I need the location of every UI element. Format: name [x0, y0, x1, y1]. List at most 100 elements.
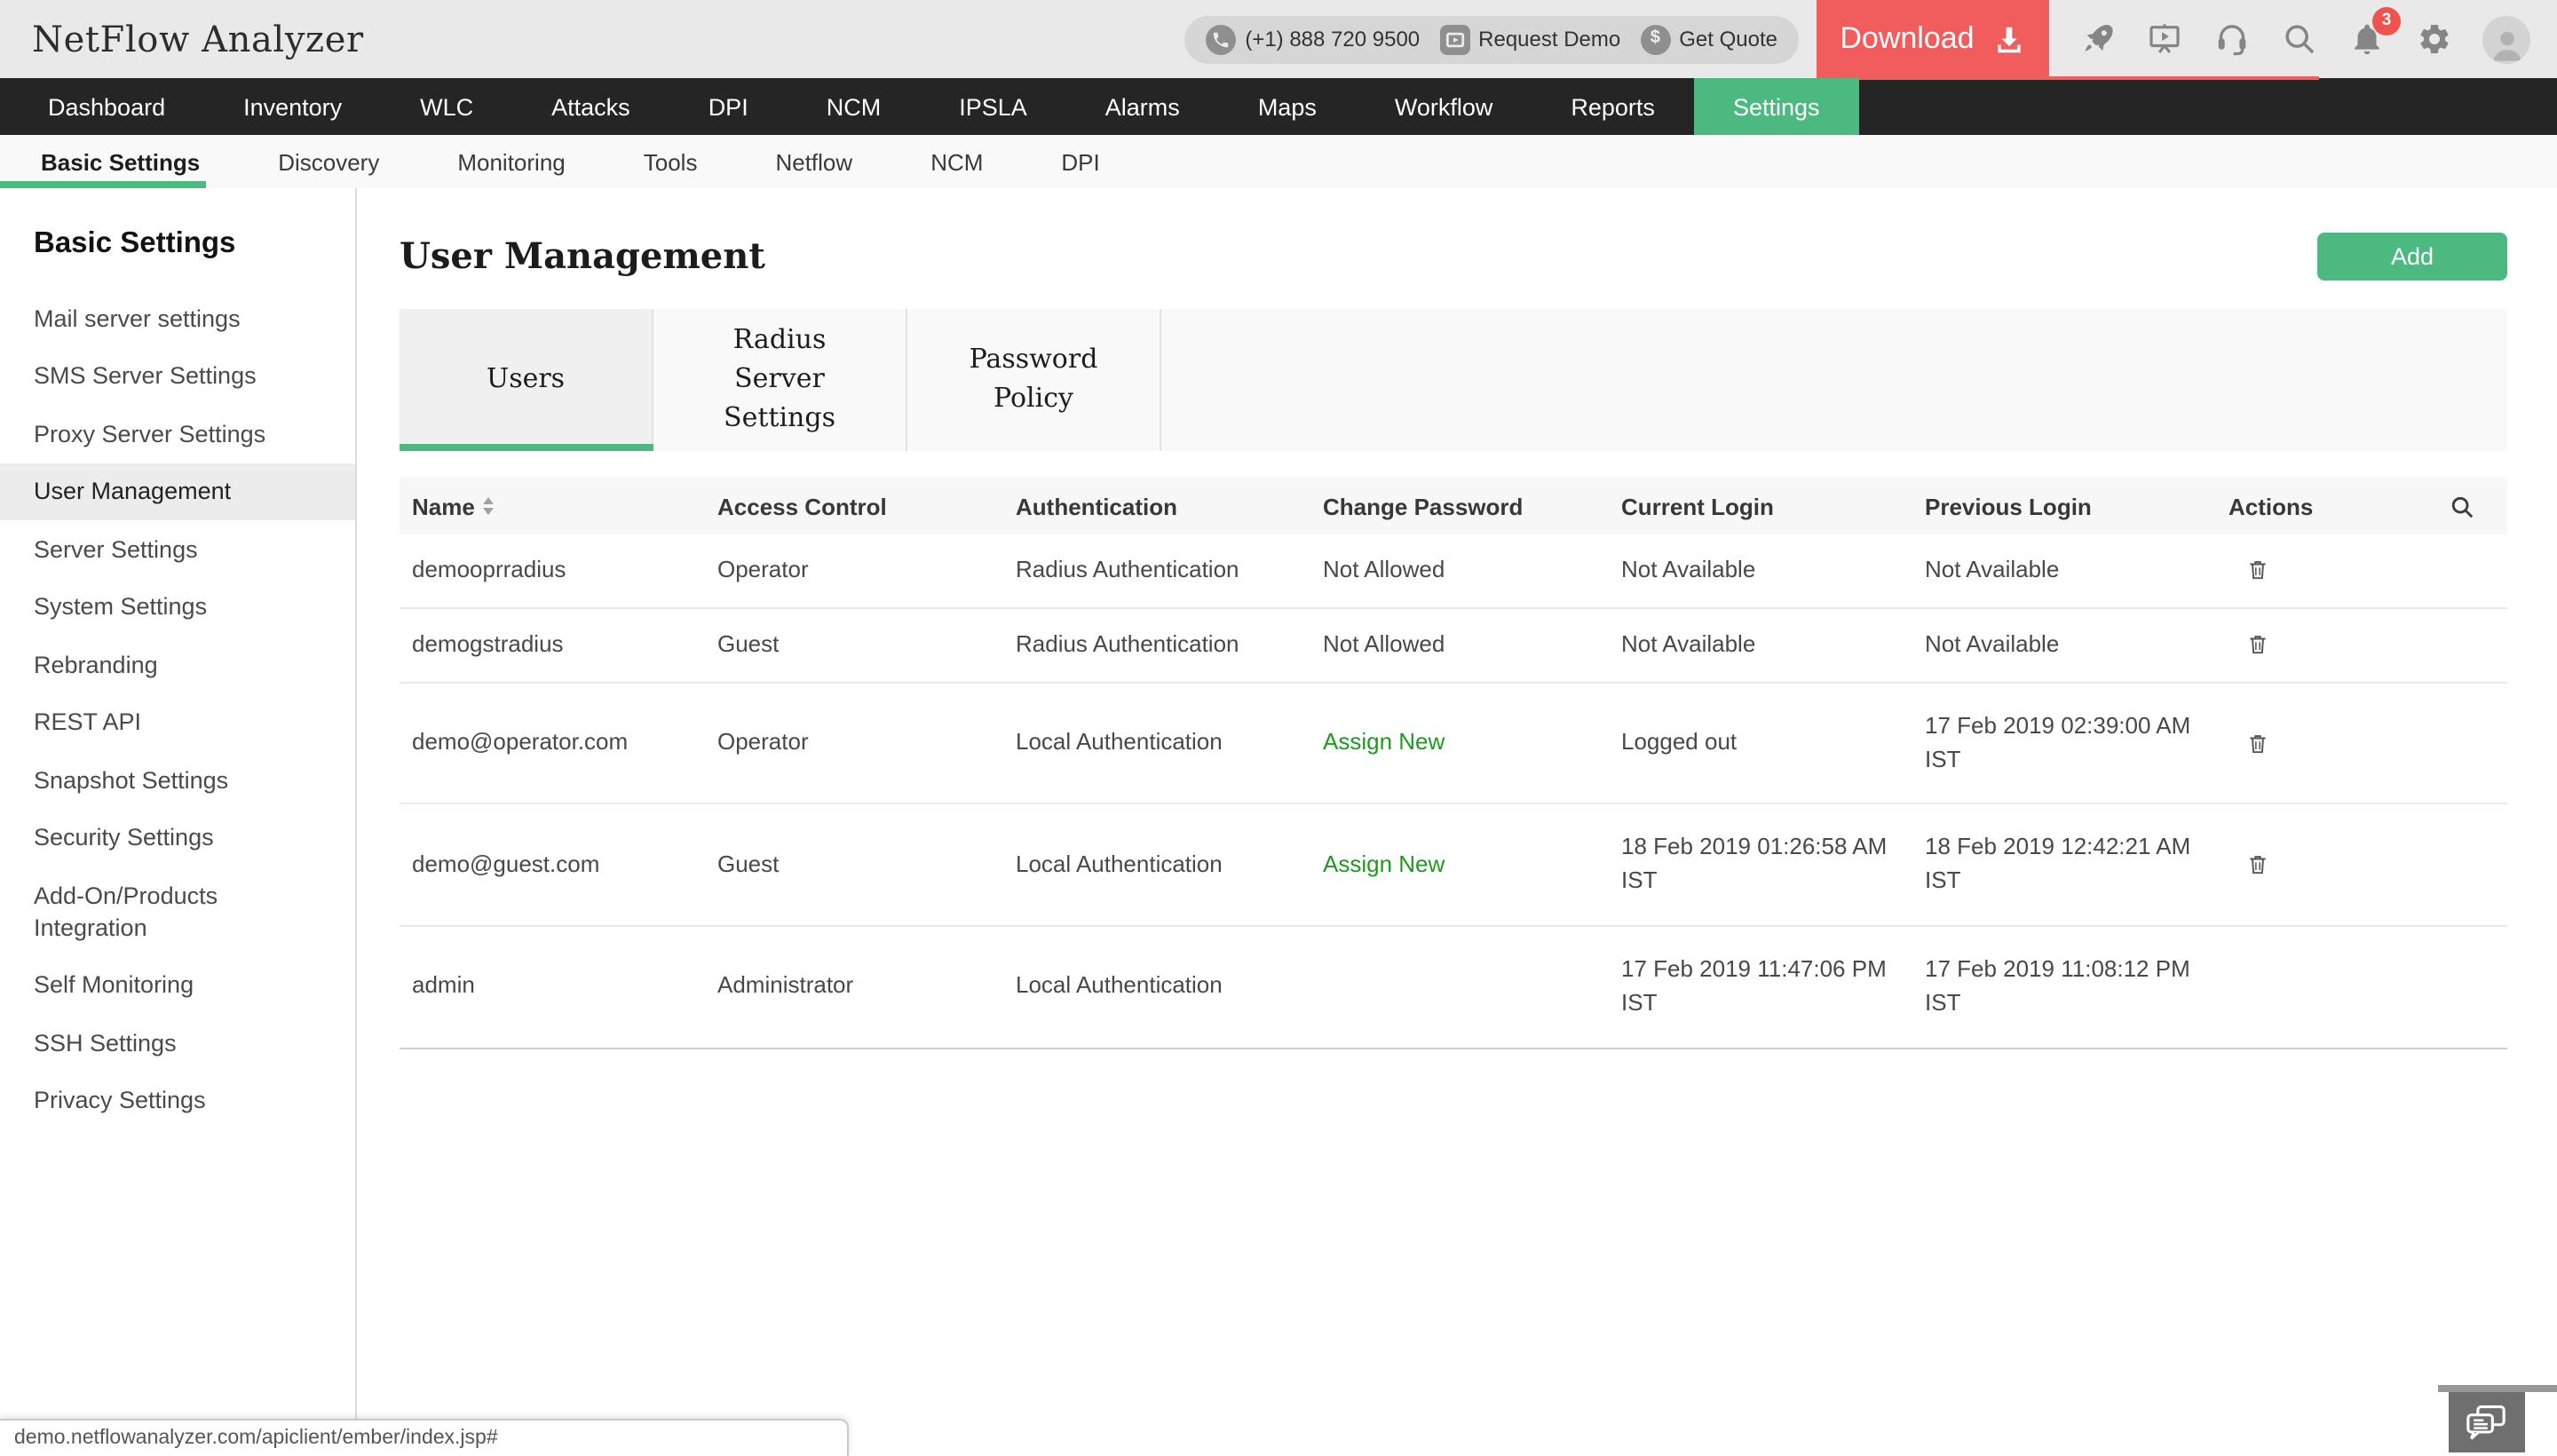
- column-header-name[interactable]: Name: [400, 493, 705, 519]
- get-quote-button[interactable]: $ Get Quote: [1640, 24, 1777, 54]
- nav-item-workflow[interactable]: Workflow: [1356, 78, 1532, 135]
- tab-radius-server-settings[interactable]: Radius Server Settings: [653, 309, 907, 451]
- cell-name: demooprradius: [412, 556, 566, 582]
- cell-access-control: Operator: [717, 556, 809, 582]
- live-chat-button[interactable]: [2448, 1391, 2524, 1452]
- sidebar-item-mail-server-settings[interactable]: Mail server settings: [0, 289, 355, 347]
- nav-item-maps[interactable]: Maps: [1219, 78, 1356, 135]
- cell-authentication: Local Authentication: [1016, 728, 1223, 756]
- header-icon-strip: 3: [2049, 6, 2557, 63]
- subnav-item-basic-settings[interactable]: Basic Settings: [0, 148, 239, 175]
- trash-icon: [2250, 734, 2266, 753]
- cell-actions-empty: [2216, 961, 2507, 1014]
- sidebar-item-self-monitoring[interactable]: Self Monitoring: [0, 956, 355, 1014]
- tab-users[interactable]: Users: [400, 309, 653, 451]
- request-demo-button[interactable]: Request Demo: [1439, 24, 1620, 54]
- table-row: demo@operator.com Operator Local Authent…: [400, 683, 2507, 805]
- column-header-access-control: Access Control: [717, 493, 887, 519]
- trash-icon: [2250, 561, 2266, 581]
- subnav-item-dpi[interactable]: DPI: [1022, 148, 1138, 175]
- assign-new-password-link[interactable]: Assign New: [1323, 728, 1445, 755]
- user-management-tabs: Users Radius Server Settings Password Po…: [400, 309, 2507, 451]
- browser-status-bar: demo.netflowanalyzer.com/apiclient/ember…: [0, 1419, 849, 1456]
- phone-icon: [1206, 24, 1237, 54]
- delete-user-button[interactable]: [2228, 852, 2269, 877]
- table-row: demogstradius Guest Radius Authenticatio…: [400, 609, 2507, 684]
- cell-name: demo@operator.com: [412, 728, 629, 756]
- sidebar-item-sms-server-settings[interactable]: SMS Server Settings: [0, 347, 355, 405]
- subnav-item-discovery[interactable]: Discovery: [239, 148, 418, 175]
- search-icon[interactable]: [2280, 20, 2317, 58]
- trash-icon: [2250, 856, 2266, 874]
- nav-item-dpi[interactable]: DPI: [669, 78, 788, 135]
- content-body: Basic Settings Mail server settings SMS …: [0, 188, 2557, 1456]
- nav-item-dashboard[interactable]: Dashboard: [9, 78, 204, 135]
- header-right-section: (+1) 888 720 9500 Request Demo $ Get Quo…: [1184, 0, 2557, 78]
- sidebar-item-rebranding[interactable]: Rebranding: [0, 637, 355, 694]
- tab-password-policy[interactable]: Password Policy: [907, 309, 1161, 451]
- sidebar-title: Basic Settings: [34, 227, 236, 259]
- training-presentation-icon[interactable]: [2145, 20, 2182, 58]
- subnav-item-monitoring[interactable]: Monitoring: [418, 148, 604, 175]
- cell-authentication: Local Authentication: [1016, 971, 1223, 999]
- support-headset-icon[interactable]: [2213, 20, 2250, 58]
- subnav-item-netflow[interactable]: Netflow: [736, 148, 891, 175]
- cell-access-control: Guest: [717, 629, 780, 657]
- sidebar-item-ssh-settings[interactable]: SSH Settings: [0, 1014, 355, 1072]
- nav-item-settings[interactable]: Settings: [1693, 78, 1859, 135]
- nav-item-ipsla[interactable]: IPSLA: [920, 78, 1066, 135]
- sort-asc-icon: [483, 497, 495, 504]
- assign-new-password-link[interactable]: Assign New: [1323, 851, 1445, 877]
- delete-user-button[interactable]: [2228, 633, 2269, 658]
- person-icon: [2492, 30, 2521, 60]
- phone-contact[interactable]: (+1) 888 720 9500: [1206, 24, 1420, 54]
- sort-control[interactable]: [483, 497, 495, 515]
- cell-authentication: Local Authentication: [1016, 850, 1223, 877]
- cell-name: admin: [412, 971, 475, 999]
- cell-name: demo@guest.com: [412, 850, 600, 877]
- table-search-icon[interactable]: [2449, 493, 2475, 519]
- nav-item-inventory[interactable]: Inventory: [204, 78, 381, 135]
- cell-current-login: Not Available: [1621, 556, 1756, 582]
- download-label: Download: [1840, 21, 1975, 55]
- settings-gear-icon[interactable]: [2415, 20, 2452, 58]
- nav-item-attacks[interactable]: Attacks: [512, 78, 669, 135]
- status-url: demo.netflowanalyzer.com/apiclient/ember…: [14, 1428, 498, 1449]
- delete-user-button[interactable]: [2228, 731, 2269, 756]
- cell-change-password: Not Allowed: [1323, 556, 1445, 582]
- video-demo-icon: [1439, 24, 1470, 54]
- notifications-bell-icon[interactable]: 3: [2347, 6, 2401, 58]
- sidebar-item-addon-products-integration[interactable]: Add-On/Products Integration: [0, 867, 355, 956]
- sidebar-item-proxy-server-settings[interactable]: Proxy Server Settings: [0, 405, 355, 463]
- cell-previous-login: 18 Feb 2019 12:42:21 AM IST: [1925, 833, 2191, 894]
- user-management-panel: User Management Add Users Radius Server …: [357, 188, 2557, 1456]
- nav-item-ncm[interactable]: NCM: [788, 78, 921, 135]
- cell-current-login: Logged out: [1621, 728, 1738, 756]
- user-avatar[interactable]: [2482, 15, 2530, 63]
- table-header-row: Name Access Control Authentication Chang…: [400, 478, 2507, 534]
- download-button[interactable]: Download: [1817, 0, 2049, 78]
- sidebar-item-privacy-settings[interactable]: Privacy Settings: [0, 1072, 355, 1129]
- subnav-item-tools[interactable]: Tools: [605, 148, 737, 175]
- sidebar-item-system-settings[interactable]: System Settings: [0, 578, 355, 636]
- sidebar-item-rest-api[interactable]: REST API: [0, 694, 355, 752]
- cell-previous-login: Not Available: [1925, 629, 2060, 657]
- page-title: User Management: [400, 234, 765, 277]
- sidebar-item-server-settings[interactable]: Server Settings: [0, 520, 355, 578]
- delete-user-button[interactable]: [2228, 558, 2269, 583]
- sidebar-item-user-management[interactable]: User Management: [0, 463, 355, 521]
- cell-previous-login: Not Available: [1925, 556, 2060, 582]
- settings-sub-navigation: Basic Settings Discovery Monitoring Tool…: [0, 135, 2557, 188]
- column-header-change-password: Change Password: [1323, 493, 1524, 519]
- sidebar-item-snapshot-settings[interactable]: Snapshot Settings: [0, 752, 355, 810]
- top-header: NetFlow Analyzer (+1) 888 720 9500 Reque…: [0, 0, 2557, 78]
- add-user-button[interactable]: Add: [2317, 232, 2507, 280]
- nav-item-alarms[interactable]: Alarms: [1066, 78, 1219, 135]
- column-header-actions: Actions: [2216, 493, 2507, 519]
- getting-started-rocket-icon[interactable]: [2078, 20, 2115, 58]
- sidebar-item-security-settings[interactable]: Security Settings: [0, 810, 355, 867]
- nav-item-wlc[interactable]: WLC: [381, 78, 512, 135]
- cell-previous-login: 17 Feb 2019 02:39:00 AM IST: [1925, 711, 2191, 772]
- nav-item-reports[interactable]: Reports: [1532, 78, 1694, 135]
- subnav-item-ncm[interactable]: NCM: [891, 148, 1022, 175]
